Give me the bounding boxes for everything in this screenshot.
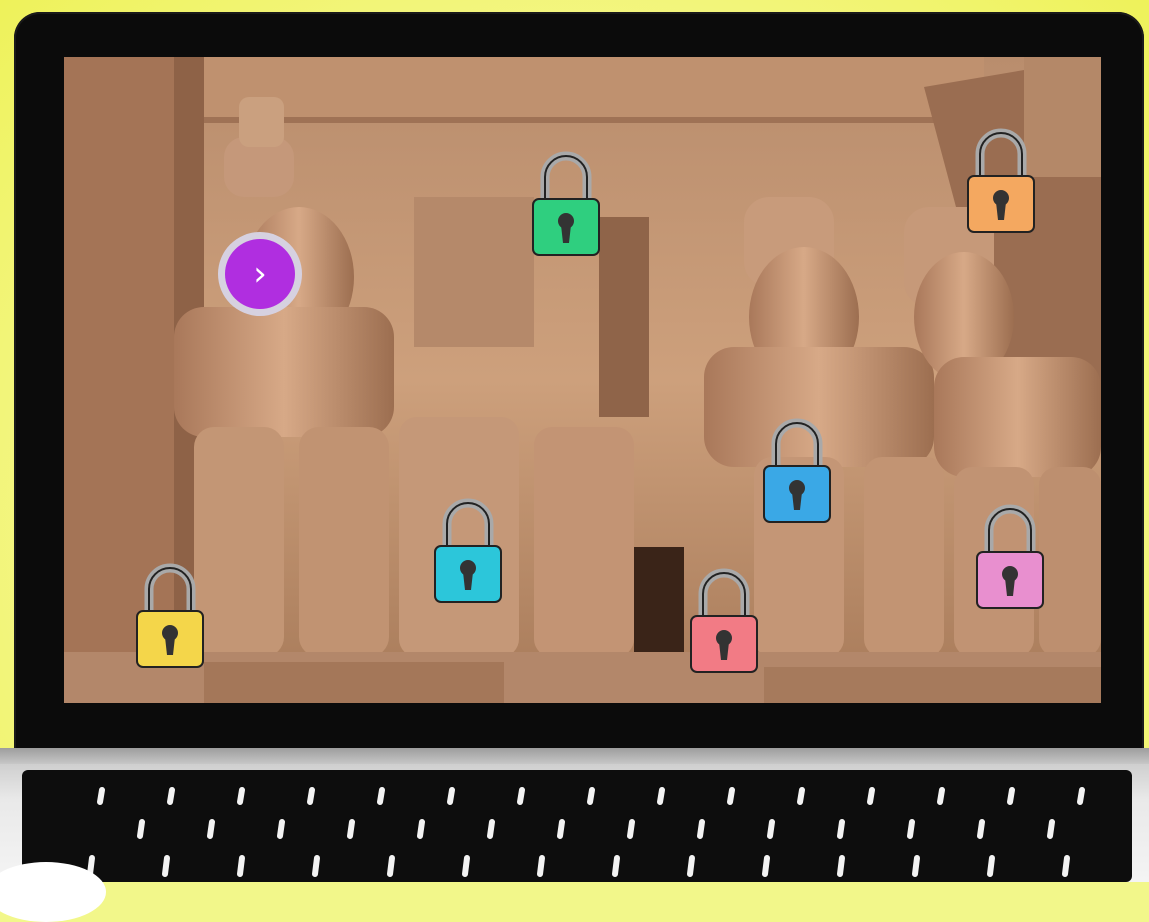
game-screen: ›: [64, 57, 1101, 703]
padlock-icon: [136, 563, 204, 668]
next-button-glyph: ›: [253, 254, 267, 294]
lock-blue[interactable]: [762, 414, 832, 524]
next-button[interactable]: ›: [218, 232, 302, 316]
lock-cyan[interactable]: [433, 494, 503, 604]
padlock-icon: [976, 504, 1044, 609]
lock-yellow[interactable]: [135, 559, 205, 669]
keyboard-keys: [87, 787, 1085, 877]
padlock-icon: [763, 418, 831, 523]
lock-orange[interactable]: [966, 124, 1036, 234]
chevron-right-icon: ›: [225, 239, 295, 309]
lock-red[interactable]: [689, 564, 759, 674]
padlock-icon: [967, 128, 1035, 233]
lock-pink[interactable]: [975, 500, 1045, 610]
keyboard: [22, 770, 1132, 882]
padlock-icon: [532, 151, 600, 256]
laptop-base: [0, 764, 1149, 882]
corner-decoration: [0, 862, 106, 922]
padlock-icon: [434, 498, 502, 603]
lock-green[interactable]: [531, 147, 601, 257]
padlock-icon: [690, 568, 758, 673]
